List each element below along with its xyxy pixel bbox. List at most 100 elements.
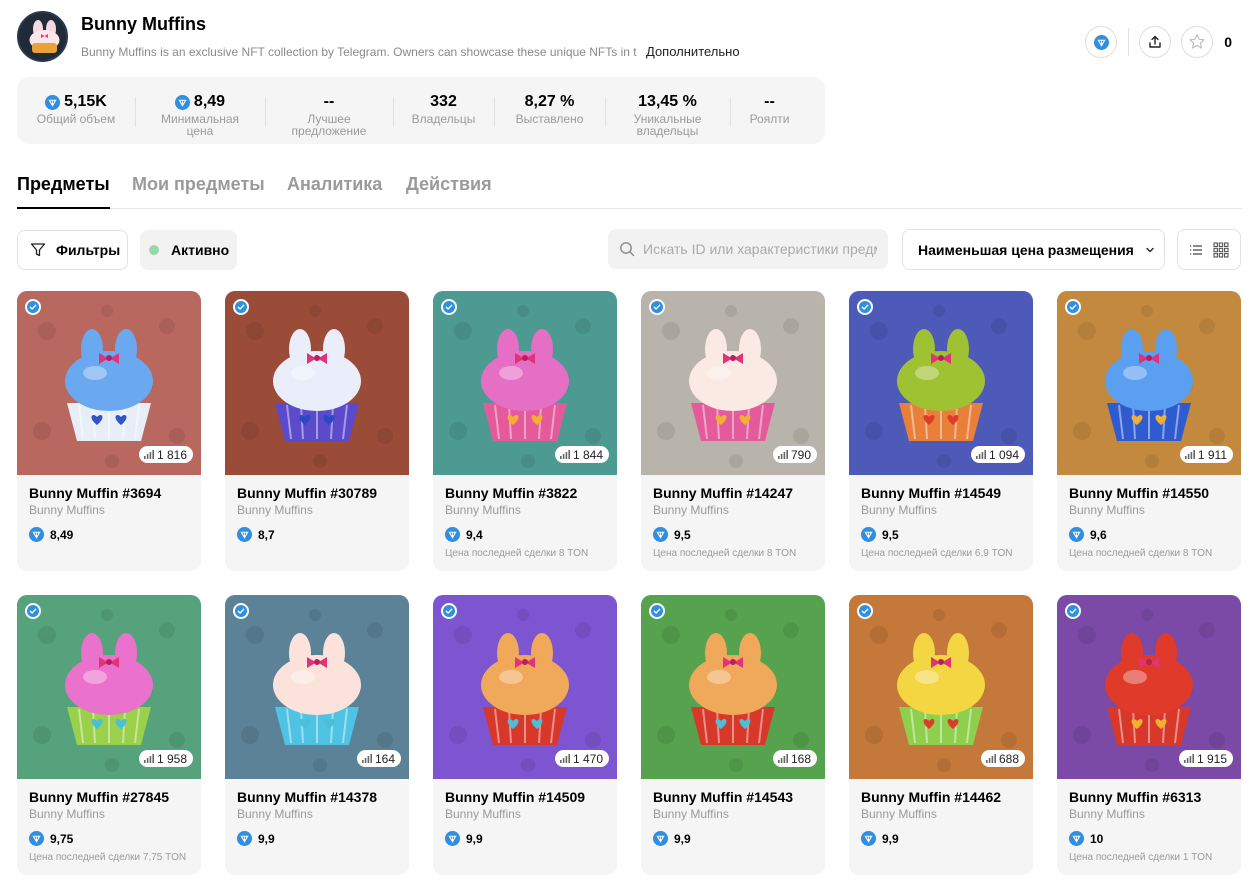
nft-image[interactable]: 168	[641, 595, 825, 779]
rarity-badge: 790	[772, 446, 817, 463]
stat-royalty: -- Роялти	[730, 77, 809, 144]
rarity-badge: 688	[980, 750, 1025, 767]
nft-name: Bunny Muffin #14509	[445, 789, 586, 805]
active-status-filter[interactable]: Активно	[140, 230, 237, 270]
nft-image[interactable]: 1 470	[433, 595, 617, 779]
nft-card[interactable]: 1 816 Bunny Muffin #3694 Bunny Muffins 8…	[17, 291, 201, 571]
ton-icon	[1069, 527, 1084, 542]
search-input[interactable]	[643, 241, 877, 257]
share-button[interactable]	[1139, 26, 1172, 58]
more-link[interactable]: Дополнительно	[646, 44, 740, 60]
nft-name: Bunny Muffin #6313	[1069, 789, 1202, 805]
nft-card[interactable]: 790 Bunny Muffin #14247 Bunny Muffins 9,…	[641, 291, 825, 571]
price-value: 9,4	[466, 527, 483, 542]
price-value: 9,9	[674, 831, 691, 846]
nft-card[interactable]: 1 911 Bunny Muffin #14550 Bunny Muffins …	[1057, 291, 1241, 571]
rarity-count: 1 915	[1196, 751, 1227, 766]
verified-icon	[1065, 603, 1081, 619]
rarity-badge: 1 915	[1178, 750, 1233, 767]
nft-image[interactable]: 1 816	[17, 291, 201, 475]
signal-bars-icon	[1183, 754, 1194, 763]
rarity-badge: 1 094	[970, 446, 1025, 463]
nft-card[interactable]: 688 Bunny Muffin #14462 Bunny Muffins 9,…	[849, 595, 1033, 875]
nft-image[interactable]: 1 958	[17, 595, 201, 779]
last-sale-price: Цена последней сделки 8 TON	[653, 548, 797, 559]
nft-price: 10	[1069, 831, 1229, 846]
filters-button[interactable]: Фильтры	[17, 230, 128, 270]
nft-price: 9,9	[861, 831, 1021, 846]
nft-price: 9,9	[237, 831, 397, 846]
nft-card[interactable]: 168 Bunny Muffin #14543 Bunny Muffins 9,…	[641, 595, 825, 875]
nft-collection: Bunny Muffins	[1069, 503, 1145, 517]
ton-wallet-button[interactable]	[1085, 26, 1118, 58]
ton-icon	[237, 831, 252, 846]
nft-image[interactable]: 1 911	[1057, 291, 1241, 475]
nft-image[interactable]: 688	[849, 595, 1033, 779]
last-sale-price: Цена последней сделки 7,75 TON	[29, 852, 187, 863]
nft-name: Bunny Muffin #14462	[861, 789, 1002, 805]
stat-value: --	[323, 93, 335, 110]
tab-bar: Предметы Мои предметы Аналитика Действия	[17, 173, 1242, 209]
nft-image[interactable]: 164	[225, 595, 409, 779]
sort-select[interactable]: Наименьшая цена размещения	[902, 229, 1165, 270]
tab-items[interactable]: Предметы	[17, 173, 110, 209]
tab-activity[interactable]: Действия	[406, 173, 492, 209]
stat-value: 5,15K	[64, 93, 107, 110]
nft-card[interactable]: 164 Bunny Muffin #14378 Bunny Muffins 9,…	[225, 595, 409, 875]
nft-image[interactable]: 1 915	[1057, 595, 1241, 779]
nft-card[interactable]: 1 470 Bunny Muffin #14509 Bunny Muffins …	[433, 595, 617, 875]
search-icon	[620, 242, 635, 257]
nft-name: Bunny Muffin #3822	[445, 485, 578, 501]
signal-bars-icon	[559, 754, 570, 763]
nft-price: 9,5	[653, 527, 813, 542]
nft-price: 9,4	[445, 527, 605, 542]
rarity-count: 168	[790, 751, 811, 766]
verified-icon	[441, 299, 457, 315]
signal-bars-icon	[143, 754, 154, 763]
signal-bars-icon	[777, 450, 788, 459]
rarity-count: 164	[374, 751, 395, 766]
verified-icon	[649, 603, 665, 619]
nft-card[interactable]: 1 094 Bunny Muffin #14549 Bunny Muffins …	[849, 291, 1033, 571]
rarity-count: 688	[998, 751, 1019, 766]
tab-my-items[interactable]: Мои предметы	[132, 173, 265, 209]
stat-label: Роялти	[749, 112, 790, 126]
header-divider	[1128, 28, 1130, 56]
nft-price: 9,9	[445, 831, 605, 846]
stat-label: Владельцы	[411, 112, 476, 126]
ton-icon	[29, 831, 44, 846]
nft-image[interactable]: 1 094	[849, 291, 1033, 475]
nft-image[interactable]: 790	[641, 291, 825, 475]
nft-card[interactable]: Bunny Muffin #30789 Bunny Muffins 8,7	[225, 291, 409, 571]
nft-price: 9,5	[861, 527, 1021, 542]
rarity-count: 1 816	[156, 447, 187, 462]
nft-price: 9,6	[1069, 527, 1229, 542]
ton-icon	[653, 831, 668, 846]
nft-name: Bunny Muffin #3694	[29, 485, 162, 501]
ton-icon	[29, 527, 44, 542]
stat-label: Минимальная цена	[161, 112, 240, 138]
verified-icon	[857, 299, 873, 315]
stat-value: 8,49	[193, 93, 226, 110]
nft-price: 8,7	[237, 527, 397, 542]
stat-floor-price: 8,49 Минимальная цена	[135, 77, 265, 144]
list-view-icon[interactable]	[1189, 243, 1203, 257]
signal-bars-icon	[1184, 450, 1195, 459]
nft-card[interactable]: 1 844 Bunny Muffin #3822 Bunny Muffins 9…	[433, 291, 617, 571]
price-value: 9,6	[1090, 527, 1107, 542]
favorite-button[interactable]	[1181, 26, 1214, 58]
nft-image[interactable]: 1 844	[433, 291, 617, 475]
nft-card[interactable]: 1 958 Bunny Muffin #27845 Bunny Muffins …	[17, 595, 201, 875]
price-value: 9,9	[466, 831, 483, 846]
last-sale-price: Цена последней сделки 6,9 TON	[861, 548, 1013, 559]
nft-image[interactable]	[225, 291, 409, 475]
grid-view-icon[interactable]	[1213, 242, 1229, 258]
price-value: 8,49	[50, 527, 74, 542]
verified-icon	[649, 299, 665, 315]
verified-icon	[857, 603, 873, 619]
nft-collection: Bunny Muffins	[445, 503, 521, 517]
filters-label: Фильтры	[56, 242, 121, 258]
stat-value: 332	[430, 93, 457, 110]
tab-analytics[interactable]: Аналитика	[287, 173, 382, 209]
nft-card[interactable]: 1 915 Bunny Muffin #6313 Bunny Muffins 1…	[1057, 595, 1241, 875]
